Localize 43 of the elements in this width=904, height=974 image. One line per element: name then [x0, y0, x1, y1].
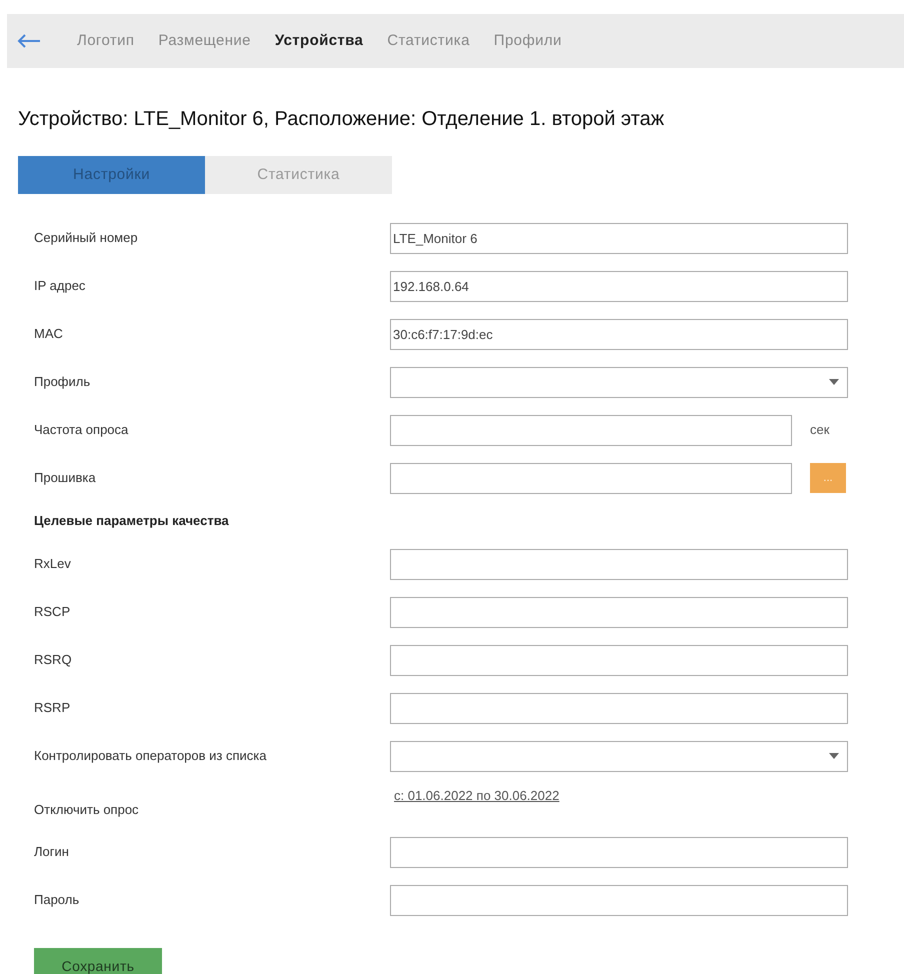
nav-link[interactable]: Устройства	[274, 30, 364, 52]
field-label: Отключить опрос	[34, 801, 140, 819]
field-label: Серийный номер	[34, 229, 139, 248]
unit-label: сек	[810, 421, 830, 440]
nav-link[interactable]: Статистика	[387, 30, 470, 52]
nav-link[interactable]: Профили	[494, 30, 562, 52]
field-label: Контролировать операторов из списка	[34, 747, 268, 766]
back-arrow-icon[interactable]	[17, 34, 41, 48]
nav-link[interactable]: Размещение	[158, 30, 251, 52]
tab[interactable]: Настройки	[18, 156, 205, 194]
input-field[interactable]	[390, 836, 848, 868]
field-label: RSRP	[34, 699, 72, 718]
input-field[interactable]	[390, 884, 848, 916]
field-label: RSRQ	[34, 651, 73, 670]
input-field[interactable]: 192.168.0.64	[390, 270, 848, 302]
select-field[interactable]	[390, 740, 848, 772]
input-field[interactable]	[390, 548, 848, 580]
input-field[interactable]	[390, 692, 848, 724]
input-field[interactable]: 30:c6:f7:17:9d:ec	[390, 318, 848, 350]
input-field[interactable]	[390, 644, 848, 676]
field-label: RxLev	[34, 555, 72, 574]
date-range-link[interactable]: с: 01.06.2022 по 30.06.2022	[394, 786, 560, 806]
field-label: Частота опроса	[34, 421, 130, 440]
field-label: MAC	[34, 325, 64, 344]
dropdown-caret-icon	[829, 379, 839, 385]
input-field[interactable]	[390, 596, 848, 628]
input-field[interactable]: LTE_Monitor 6	[390, 222, 848, 254]
section-heading: Целевые параметры качества	[34, 512, 230, 530]
select-field[interactable]	[390, 366, 848, 398]
field-label: Логин	[34, 843, 70, 862]
save-button[interactable]: Сохранить	[34, 948, 162, 974]
field-label: RSCP	[34, 603, 72, 622]
nav-link[interactable]: Логотип	[77, 30, 134, 52]
field-label: Прошивка	[34, 469, 97, 488]
field-label: IP адрес	[34, 277, 86, 296]
browse-button[interactable]: ...	[810, 463, 846, 493]
dropdown-caret-icon	[829, 753, 839, 759]
input-field[interactable]	[390, 414, 792, 446]
page-title: Устройство: LTE_Monitor 6, Расположение: Отделение 1. второй этаж	[18, 107, 666, 132]
field-label: Профиль	[34, 373, 92, 392]
input-field[interactable]	[390, 462, 792, 494]
field-label: Пароль	[34, 891, 80, 910]
tab[interactable]: Статистика	[205, 156, 392, 194]
